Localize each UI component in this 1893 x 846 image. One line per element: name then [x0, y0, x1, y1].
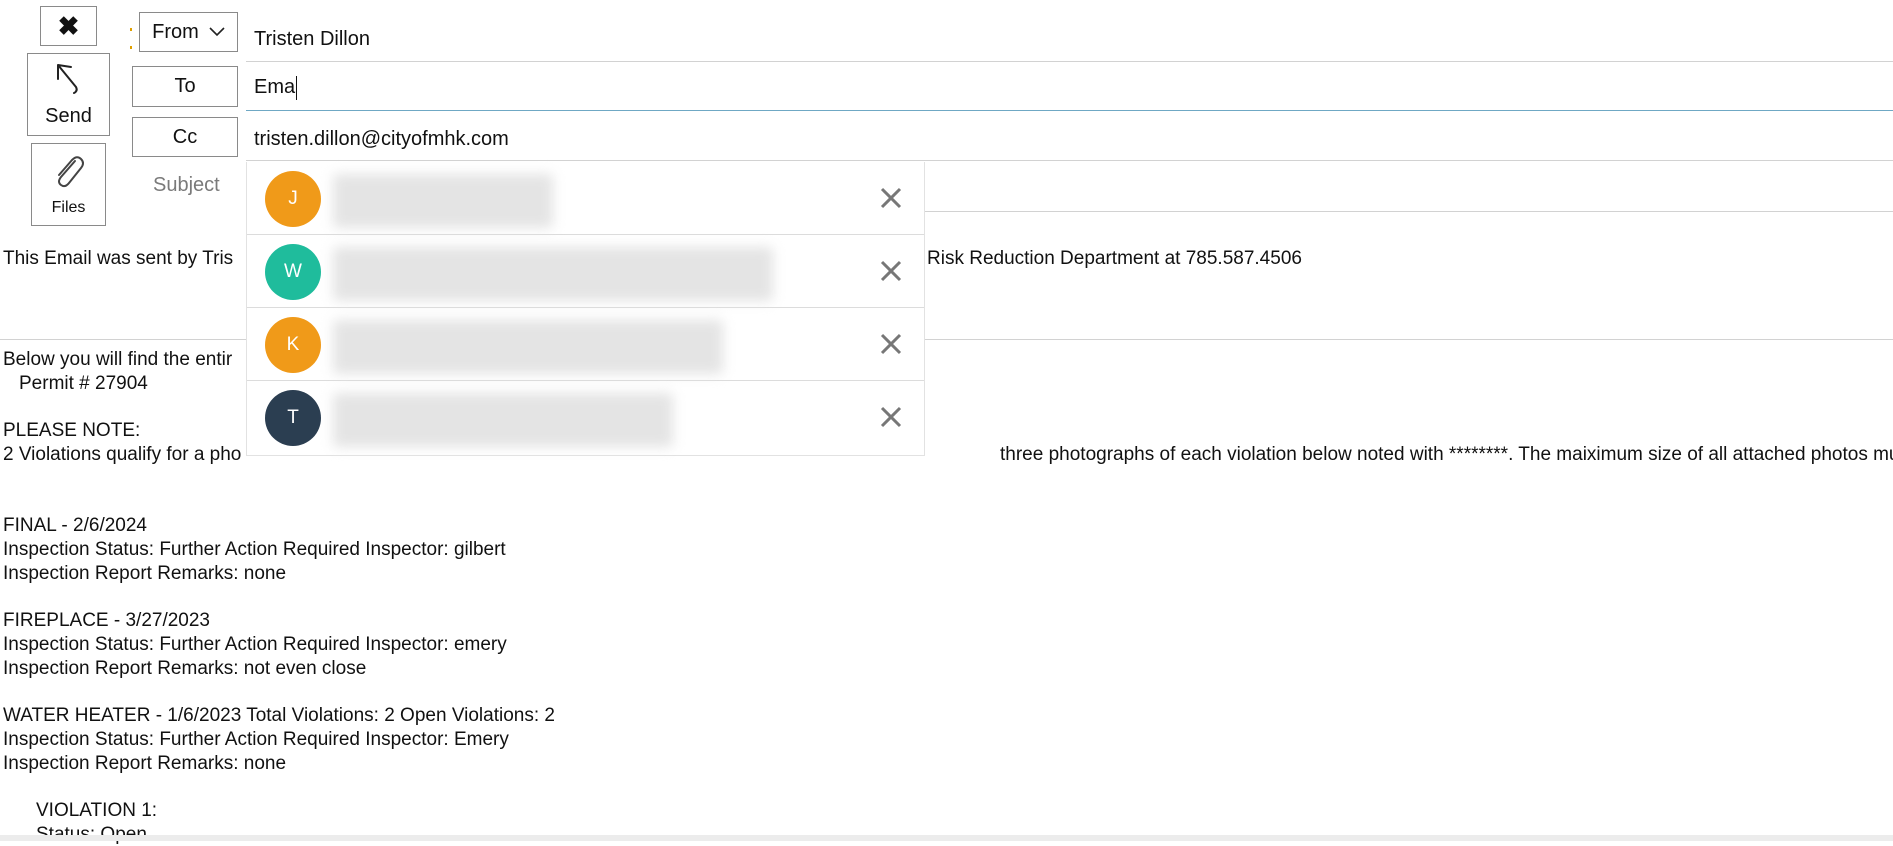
- body-intro-right: Risk Reduction Department at 785.587.450…: [927, 248, 1302, 269]
- body-note-title: PLEASE NOTE:: [3, 420, 141, 441]
- from-value: Tristen Dillon: [254, 28, 370, 50]
- body-line-below: Below you will find the entir: [3, 349, 233, 370]
- send-label: Send: [45, 105, 92, 127]
- close-x-icon: ✖: [57, 10, 80, 41]
- body-intro-left: This Email was sent by Tris: [3, 248, 234, 269]
- suggestion-item[interactable]: W: [247, 235, 924, 308]
- paperclip-icon: [57, 155, 84, 187]
- remove-suggestion-icon[interactable]: [878, 185, 904, 211]
- redacted-contact: [333, 320, 723, 374]
- files-button[interactable]: Files: [31, 143, 106, 226]
- to-input[interactable]: Ema: [246, 63, 1893, 111]
- fireplace-remarks: Inspection Report Remarks: not even clos…: [3, 658, 367, 679]
- avatar: T: [265, 390, 321, 446]
- water-heater-title: WATER HEATER - 1/6/2023 Total Violations…: [3, 705, 555, 726]
- redacted-contact: [333, 174, 553, 228]
- files-label: Files: [51, 198, 86, 216]
- fireplace-title: FIREPLACE - 3/27/2023: [3, 610, 210, 631]
- cc-label: Cc: [172, 125, 198, 148]
- remove-suggestion-icon[interactable]: [878, 404, 904, 430]
- decorative-mark: [130, 28, 132, 31]
- fireplace-status: Inspection Status: Further Action Requir…: [3, 634, 507, 655]
- cc-input[interactable]: tristen.dillon@cityofmhk.com: [246, 113, 1893, 161]
- body-note-left: 2 Violations qualify for a pho: [3, 444, 242, 465]
- cc-value: tristen.dillon@cityofmhk.com: [254, 128, 509, 150]
- suggestion-item[interactable]: K: [247, 308, 924, 381]
- redacted-contact: [333, 393, 673, 447]
- avatar: W: [265, 244, 321, 300]
- remove-suggestion-icon[interactable]: [878, 331, 904, 357]
- recipient-suggestions-dropdown: J W K T: [246, 162, 925, 456]
- send-arrow-icon: [56, 64, 78, 94]
- from-field[interactable]: Tristen Dillon: [246, 16, 1893, 62]
- water-heater-status: Inspection Status: Further Action Requir…: [3, 729, 509, 750]
- suggestion-item[interactable]: J: [247, 162, 924, 235]
- subject-label: Subject: [153, 174, 220, 196]
- cc-button[interactable]: Cc: [132, 117, 238, 157]
- violation-1-title: VIOLATION 1:: [36, 800, 158, 821]
- from-dropdown-button[interactable]: From: [139, 12, 238, 52]
- remove-suggestion-icon[interactable]: [878, 258, 904, 284]
- to-label: To: [174, 75, 196, 97]
- send-button[interactable]: Send: [27, 53, 110, 136]
- body-note-right: three photographs of each violation belo…: [1000, 444, 1893, 465]
- suggestion-item[interactable]: T: [247, 381, 924, 454]
- final-status: Inspection Status: Further Action Requir…: [3, 539, 506, 560]
- to-value: Ema: [254, 76, 296, 98]
- from-label: From: [152, 20, 199, 43]
- avatar: K: [265, 317, 321, 373]
- redacted-contact: [333, 247, 773, 301]
- to-button[interactable]: To: [132, 66, 238, 107]
- body-permit: Permit # 27904: [19, 373, 148, 394]
- water-heater-remarks: Inspection Report Remarks: none: [3, 753, 287, 774]
- text-caret: [296, 75, 298, 100]
- horizontal-scrollbar[interactable]: [0, 835, 1893, 841]
- avatar: J: [265, 171, 321, 227]
- decorative-mark: [130, 46, 132, 49]
- final-title: FINAL - 2/6/2024: [3, 515, 147, 536]
- close-button[interactable]: ✖: [40, 6, 97, 46]
- chevron-down-icon: [209, 27, 225, 37]
- final-remarks: Inspection Report Remarks: none: [3, 563, 287, 584]
